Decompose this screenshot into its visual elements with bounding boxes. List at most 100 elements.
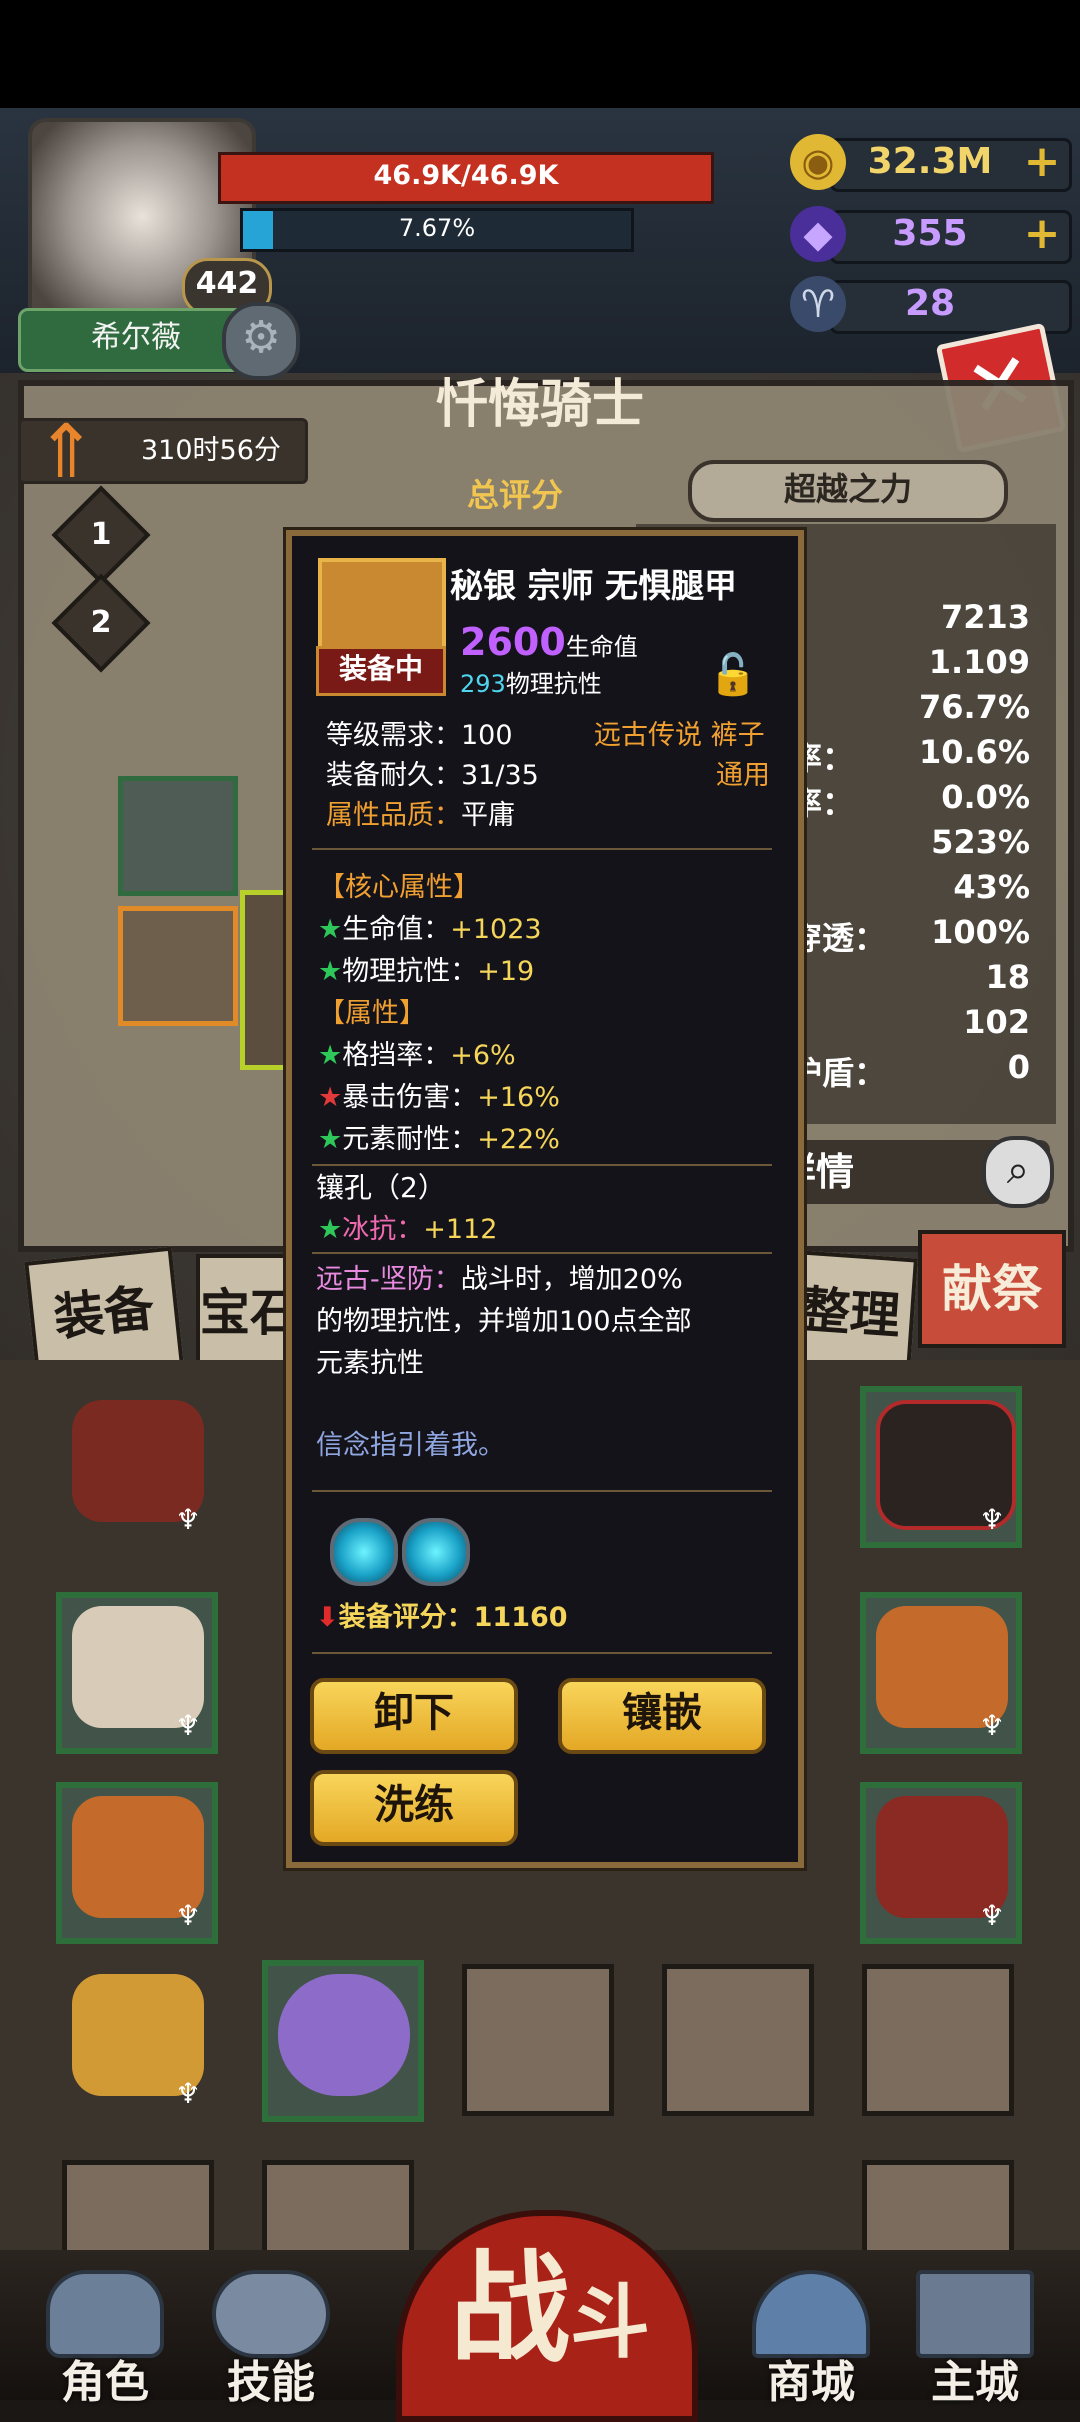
status-bar [0, 0, 1080, 108]
stat-value: 1.109 [928, 643, 1030, 681]
inventory-item[interactable]: ♆ [860, 1592, 1022, 1754]
castle-icon [916, 2270, 1034, 2358]
stat-value: 523% [931, 823, 1030, 861]
durability: 装备耐久：31/35 [326, 760, 539, 791]
inventory-item[interactable]: ♆ [56, 1386, 218, 1548]
purple-crystal-icon: ◆ [790, 206, 846, 262]
flavor-text: 信念指引着我。 [316, 1430, 505, 1461]
stat-value: 18 [985, 958, 1030, 996]
class-icon: ♆ [175, 1709, 201, 1742]
unequip-button[interactable]: 卸下 [310, 1678, 518, 1754]
nav-shop[interactable]: 商城 [736, 2270, 886, 2408]
exp-bar: 7.67% [240, 208, 634, 252]
green-star-icon: ★ [318, 1124, 343, 1155]
green-star-icon: ★ [318, 956, 343, 987]
exp-text: 7.67% [398, 214, 476, 242]
level-requirement: 等级需求：100 [326, 720, 513, 751]
item-title: 秘银 宗师 无惧腿甲 [450, 566, 737, 605]
attr-header: 【属性】 [318, 998, 426, 1029]
attr-row: ★格挡率：+6% [318, 1040, 516, 1071]
nav-role-label: 角色 [61, 2357, 149, 2408]
class-icon: ♆ [175, 1899, 201, 1932]
stat-value: 0 [1007, 1048, 1030, 1086]
skill-line-3: 元素抗性 [316, 1348, 424, 1379]
inventory-empty-slot[interactable] [462, 1964, 614, 2116]
gold-coin-icon: ◉ [790, 134, 846, 190]
class-icon: ♆ [979, 1503, 1005, 1536]
skill-line-2: 的物理抗性，并增加100点全部 [316, 1306, 692, 1337]
beyond-power-button[interactable]: 超越之力 [688, 460, 1008, 522]
nav-skill-label: 技能 [227, 2357, 315, 2408]
divider [312, 848, 772, 850]
inventory-item[interactable]: ♆ [56, 1782, 218, 1944]
equip-slot-weapon[interactable] [118, 906, 238, 1026]
stat-value: 102 [963, 1003, 1030, 1041]
item-main-stat: 2600生命值 [460, 620, 638, 664]
inventory-empty-slot[interactable] [862, 1964, 1014, 2116]
gold-value: 32.3M [867, 141, 993, 182]
divider [312, 1164, 772, 1166]
core-attr-row: ★生命值：+1023 [318, 914, 542, 945]
role-helmet-icon [46, 2270, 164, 2358]
skill-swirl-icon [212, 2270, 330, 2358]
attr-row: ★元素耐性：+22% [318, 1124, 560, 1155]
inventory-item[interactable]: ♆ [56, 1960, 218, 2122]
gem-value: 355 [892, 213, 968, 254]
player-name: 希尔薇 [18, 308, 254, 372]
green-star-icon: ★ [318, 1214, 343, 1245]
class-icon: ♆ [175, 1503, 201, 1536]
inventory-item[interactable]: ♆ [56, 1592, 218, 1754]
lock-open-icon[interactable]: 🔓 [708, 650, 758, 700]
inventory-item[interactable]: ♆ [860, 1782, 1022, 1944]
stat-value: 7213 [940, 598, 1030, 636]
ram-horn-icon: ♈ [790, 276, 846, 332]
inventory-empty-slot[interactable] [662, 1964, 814, 2116]
inventory-item[interactable] [262, 1960, 424, 2122]
quality: 属性品质：平庸 [326, 800, 515, 831]
equip-slot-ring[interactable] [118, 776, 238, 896]
down-arrow-icon: ⬇ [316, 1602, 339, 1633]
class-icon: ♆ [175, 2077, 201, 2110]
nav-skill[interactable]: 技能 [196, 2270, 346, 2408]
stat-value: 100% [931, 913, 1030, 951]
stat-value: 76.7% [918, 688, 1030, 726]
nav-city[interactable]: 主城 [900, 2270, 1050, 2408]
stat-value: 0.0% [941, 778, 1030, 816]
class-icon: ♆ [979, 1899, 1005, 1932]
inventory-item[interactable]: ♆ [860, 1386, 1022, 1548]
stat-value: 43% [953, 868, 1030, 906]
cyan-gem-icon [330, 1518, 398, 1586]
resource-gem: ◆ 355 + [790, 206, 1080, 264]
search-icon[interactable]: ⌕ [982, 1136, 1054, 1208]
stat-value: 10.6% [918, 733, 1030, 771]
reforge-button[interactable]: 洗练 [310, 1770, 518, 1846]
class-icon: ♆ [979, 1709, 1005, 1742]
gear-icon[interactable]: ⚙ [222, 302, 300, 380]
inlay-button[interactable]: 镶嵌 [558, 1678, 766, 1754]
fight-label: 战斗 [450, 2240, 650, 2379]
nav-role[interactable]: 角色 [30, 2270, 180, 2408]
rarity-type: 远古传说 裤子 [594, 720, 765, 751]
horn-value: 28 [904, 283, 956, 324]
socket-attr: ★冰抗：+112 [318, 1214, 498, 1245]
skill-line-1: 远古-坚防：战斗时，增加20% [316, 1264, 683, 1295]
hp-bar: 46.9K/46.9K [218, 152, 714, 204]
socket-header: 镶孔（2） [316, 1171, 446, 1204]
resource-gold: ◉ 32.3M + [790, 134, 1080, 192]
nav-shop-label: 商城 [767, 2357, 855, 2408]
divider [312, 1252, 772, 1254]
tab-sacrifice[interactable]: 献祭 [918, 1230, 1066, 1348]
add-gem-button[interactable]: + [1018, 210, 1066, 258]
character-title: 忏悔骑士 [435, 375, 644, 435]
equipped-badge: 装备中 [316, 646, 446, 696]
green-star-icon: ★ [318, 914, 343, 945]
usage-type: 通用 [716, 760, 770, 791]
exp-fill [243, 211, 273, 249]
total-score-label: 总评分 [466, 476, 563, 514]
item-sub-stat: 293物理抗性 [460, 670, 602, 698]
divider [312, 1652, 772, 1654]
attr-row: ★暴击伤害：+16% [318, 1082, 560, 1113]
core-attr-header: 【核心属性】 [318, 872, 480, 903]
add-gold-button[interactable]: + [1018, 138, 1066, 186]
green-star-icon: ★ [318, 1040, 343, 1071]
